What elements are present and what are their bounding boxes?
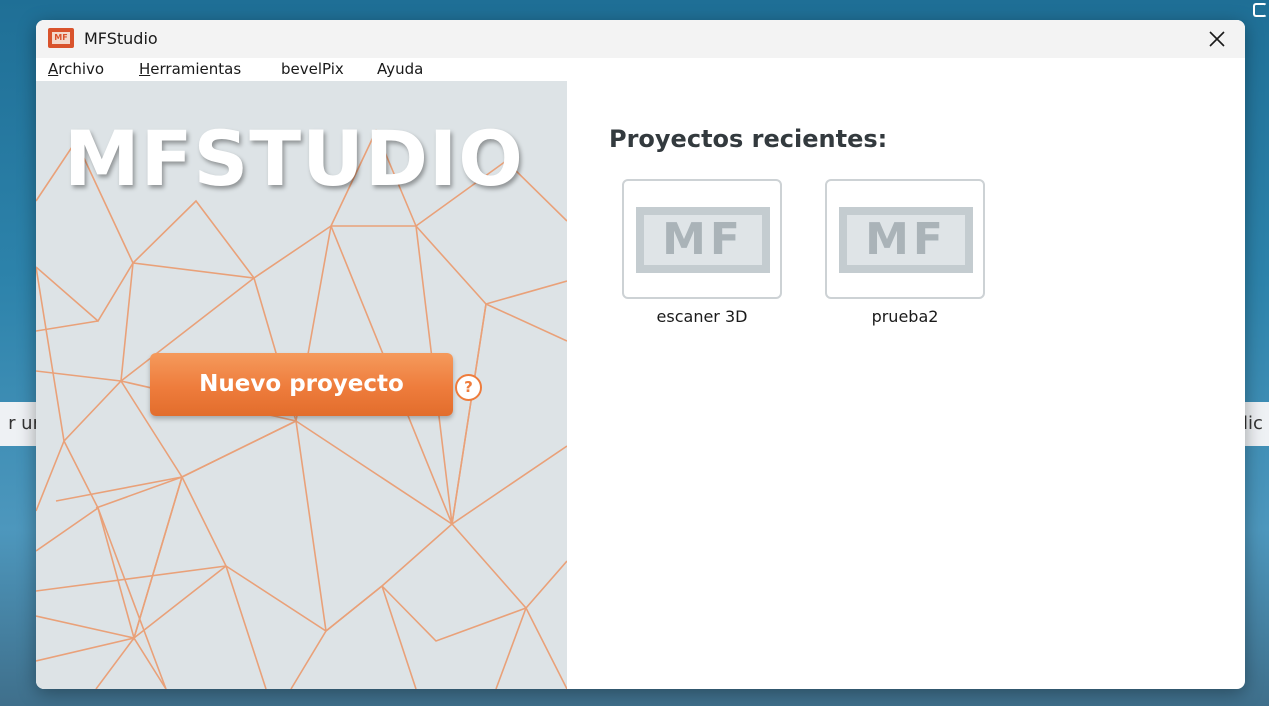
close-icon [1209, 31, 1225, 47]
window-title: MFStudio [84, 29, 158, 48]
mf-logo-icon: MF [839, 207, 973, 273]
brand-title: MFSTUDIO [64, 114, 524, 203]
help-icon[interactable]: ? [455, 374, 482, 401]
menu-bar: Archivo Herramientas bevelPix Ayuda [36, 58, 1245, 81]
welcome-panel: MFSTUDIO Nuevo proyecto ? [36, 81, 567, 689]
mf-logo-letters: MF [662, 214, 744, 265]
mfstudio-logo-icon: MF [48, 28, 74, 48]
mf-logo-letters: MF [865, 214, 947, 265]
project-thumbnail: MF [825, 179, 985, 299]
menu-ayuda[interactable]: Ayuda [377, 58, 423, 81]
project-name: escaner 3D [656, 307, 748, 326]
recent-project-escaner-3d[interactable]: MF escaner 3D [622, 179, 782, 339]
project-thumbnail: MF [622, 179, 782, 299]
recent-project-prueba2[interactable]: MF prueba2 [825, 179, 985, 339]
recent-projects-title: Proyectos recientes: [609, 125, 888, 153]
title-bar: MF MFStudio [36, 20, 1245, 58]
desktop-restore-icon [1253, 3, 1267, 17]
menu-herramientas[interactable]: Herramientas [139, 58, 241, 81]
background-text-right: lic [1243, 413, 1263, 434]
project-name: prueba2 [871, 307, 939, 326]
menu-archivo[interactable]: Archivo [48, 58, 104, 81]
app-logo-text: MF [52, 32, 70, 44]
menu-bevelpix[interactable]: bevelPix [281, 58, 344, 81]
new-project-button[interactable]: Nuevo proyecto [150, 353, 453, 416]
mfstudio-window: MF MFStudio Archivo Herramientas bevelPi… [36, 20, 1245, 689]
menu-herramientas-rest: erramientas [150, 60, 242, 78]
mf-logo-icon: MF [636, 207, 770, 273]
close-button[interactable] [1189, 20, 1245, 58]
menu-archivo-accel: A [48, 60, 59, 78]
menu-herramientas-accel: H [139, 60, 151, 78]
menu-archivo-rest: rchivo [58, 60, 105, 78]
background-window-strip-left: r ur [0, 402, 40, 446]
